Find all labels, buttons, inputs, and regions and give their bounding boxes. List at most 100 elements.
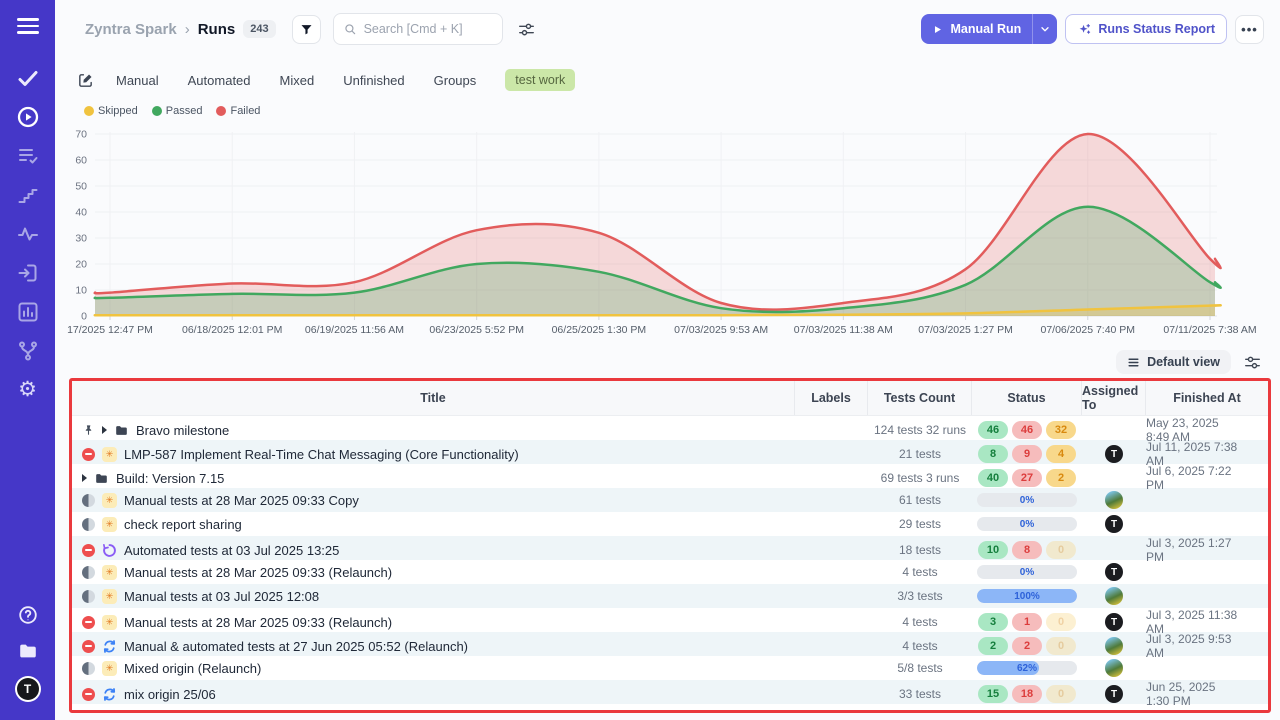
cell-title: Build: Version 7.15 (72, 471, 795, 486)
stopped-status-icon (82, 616, 95, 629)
table-header: TitleLabelsTests CountStatusAssigned ToF… (72, 381, 1268, 416)
tab-unfinished[interactable]: Unfinished (343, 73, 404, 88)
column-header-status[interactable]: Status (972, 381, 1082, 415)
table-row[interactable]: Manual & automated tests at 27 Jun 2025 … (72, 632, 1268, 656)
skipped-count-pill: 0 (1046, 685, 1076, 703)
workspace-avatar[interactable]: T (15, 676, 41, 702)
view-toolbar: Default view (55, 348, 1280, 376)
table-row[interactable]: mix origin 25/0633 tests15180TJun 25, 20… (72, 680, 1268, 704)
sidebar-item-import[interactable] (16, 261, 40, 285)
assignee-avatar[interactable]: T (1105, 563, 1123, 581)
table-row[interactable]: Build: Version 7.1569 tests 3 runs40272J… (72, 464, 1268, 488)
passed-count-pill: 40 (978, 469, 1008, 487)
table-row[interactable]: ✳LMP-587 Implement Real-Time Chat Messag… (72, 440, 1268, 464)
assignee-avatar[interactable]: T (1105, 613, 1123, 631)
skipped-count-pill: 0 (1046, 613, 1076, 631)
column-header-tests-count[interactable]: Tests Count (868, 381, 972, 415)
assignee-avatar[interactable]: T (1105, 685, 1123, 703)
more-options-button[interactable]: ••• (1235, 15, 1264, 44)
in-progress-status-icon (82, 494, 95, 507)
expand-caret-icon[interactable] (82, 474, 87, 482)
passed-count-pill: 10 (978, 541, 1008, 559)
progress-bar: 62% (977, 661, 1077, 675)
column-header-assigned-to[interactable]: Assigned To (1082, 381, 1146, 415)
table-row[interactable]: ✳Manual tests at 28 Mar 2025 09:33 Copy6… (72, 488, 1268, 512)
sidebar-item-help[interactable] (17, 604, 39, 626)
funnel-icon (299, 22, 314, 37)
failed-count-pill: 2 (1012, 637, 1042, 655)
cell-tests-count: 5/8 tests (868, 661, 972, 675)
assignee-avatar[interactable]: T (1105, 445, 1123, 463)
table-row[interactable]: ✳check report sharing29 tests0%T (72, 512, 1268, 536)
tab-mixed[interactable]: Mixed (280, 73, 315, 88)
cell-assigned-to (1082, 587, 1146, 605)
tab-automated[interactable]: Automated (188, 73, 251, 88)
cell-status: 15180 (972, 685, 1082, 703)
sidebar-item-runs[interactable] (16, 105, 40, 129)
pin-icon[interactable] (82, 424, 95, 437)
cell-tests-count: 3/3 tests (868, 589, 972, 603)
progress-bar: 100% (977, 589, 1077, 603)
bulk-select-icon[interactable] (77, 72, 94, 89)
sidebar-item-settings[interactable]: ⚙ (16, 378, 40, 402)
cell-assigned-to: T (1082, 613, 1146, 631)
runs-status-report-button[interactable]: Runs Status Report (1065, 14, 1227, 44)
manual-run-button[interactable]: Manual Run (921, 14, 1057, 44)
cell-title: Automated tests at 03 Jul 2025 13:25 (72, 543, 795, 558)
legend-item-passed[interactable]: Passed (152, 105, 203, 117)
main-content: Zyntra Spark › Runs 243 Search [Cmd + K] (55, 0, 1280, 713)
in-progress-status-icon (82, 590, 95, 603)
menu-button[interactable] (17, 14, 39, 38)
column-header-finished-at[interactable]: Finished At (1146, 381, 1268, 415)
svg-text:17/2025 12:47 PM: 17/2025 12:47 PM (67, 324, 153, 336)
assignee-avatar[interactable]: T (1105, 515, 1123, 533)
svg-text:70: 70 (75, 129, 87, 141)
run-title: Build: Version 7.15 (116, 471, 224, 486)
legend-item-skipped[interactable]: Skipped (84, 105, 138, 117)
tab-manual[interactable]: Manual (116, 73, 159, 88)
manual-origin-icon: ✳ (102, 447, 117, 462)
sidebar-item-integrations[interactable] (16, 339, 40, 363)
play-icon (932, 24, 943, 35)
assignee-avatar[interactable] (1105, 659, 1123, 677)
assignee-avatar[interactable] (1105, 587, 1123, 605)
table-row[interactable]: Bravo milestone124 tests 32 runs464632Ma… (72, 416, 1268, 440)
passed-count-pill: 3 (978, 613, 1008, 631)
manual-origin-icon: ✳ (102, 493, 117, 508)
column-header-title[interactable]: Title (72, 381, 795, 415)
column-header-labels[interactable]: Labels (795, 381, 868, 415)
table-settings-icon[interactable] (1243, 353, 1262, 372)
sidebar-item-check[interactable] (16, 66, 40, 90)
sidebar-item-library[interactable] (17, 640, 39, 662)
legend-dot-passed (152, 106, 162, 116)
folder-icon (94, 471, 109, 486)
table-row[interactable]: ✳Manual tests at 28 Mar 2025 09:33 (Rela… (72, 560, 1268, 584)
sliders-icon[interactable] (517, 20, 536, 39)
table-row[interactable]: ✳Manual tests at 03 Jul 2025 12:083/3 te… (72, 584, 1268, 608)
legend-item-failed[interactable]: Failed (216, 105, 260, 117)
search-input[interactable]: Search [Cmd + K] (333, 13, 503, 45)
expand-caret-icon[interactable] (102, 426, 107, 434)
default-view-button[interactable]: Default view (1116, 350, 1231, 374)
svg-text:06/25/2025 1:30 PM: 06/25/2025 1:30 PM (552, 324, 647, 336)
cell-tests-count: 4 tests (868, 639, 972, 653)
table-row[interactable]: ✳Mixed origin (Relaunch)5/8 tests62% (72, 656, 1268, 680)
table-row[interactable]: Automated tests at 03 Jul 2025 13:2518 t… (72, 536, 1268, 560)
assignee-avatar[interactable] (1105, 491, 1123, 509)
cell-status: 0% (972, 565, 1082, 579)
filter-button[interactable] (292, 15, 321, 44)
manual-run-dropdown[interactable] (1033, 14, 1057, 44)
gear-icon: ⚙ (16, 378, 40, 402)
table-row[interactable]: ✳Manual tests at 28 Mar 2025 09:33 (Rela… (72, 608, 1268, 632)
sidebar-item-activity[interactable] (16, 222, 40, 246)
breadcrumb-project[interactable]: Zyntra Spark (85, 21, 177, 38)
cell-tests-count: 61 tests (868, 493, 972, 507)
cell-assigned-to (1082, 637, 1146, 655)
sidebar-item-reports[interactable] (16, 300, 40, 324)
sidebar-item-milestones[interactable] (16, 183, 40, 207)
assignee-avatar[interactable] (1105, 637, 1123, 655)
tag-filter-pill[interactable]: test work (505, 69, 575, 91)
tab-groups[interactable]: Groups (434, 73, 477, 88)
chart-icon (16, 300, 40, 324)
sidebar-item-test-cases[interactable] (16, 144, 40, 168)
